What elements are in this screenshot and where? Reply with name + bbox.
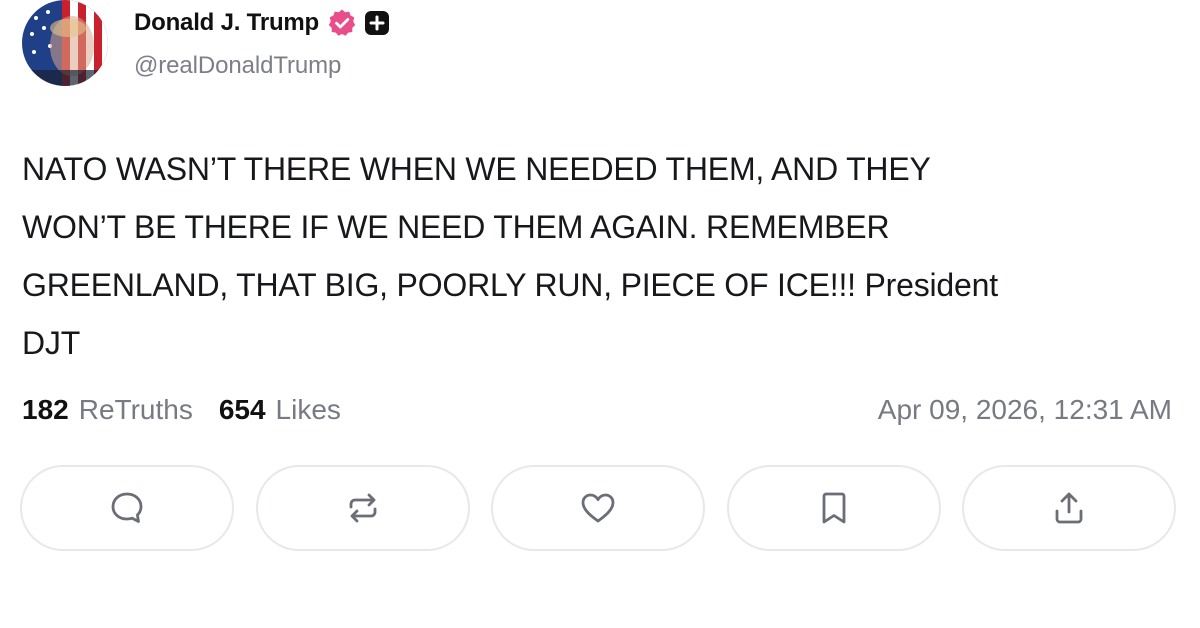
post-card: Donald J. Trump @realDonaldTrump NATO WA… (0, 0, 1200, 628)
post-stats: 182 ReTruths 654 Likes Apr 09, 2026, 12:… (22, 388, 1172, 432)
verified-badge-icon (327, 8, 357, 38)
name-row: Donald J. Trump (134, 6, 391, 40)
author-display-name[interactable]: Donald J. Trump (134, 9, 319, 37)
comment-icon (111, 492, 143, 523)
author-avatar[interactable] (22, 0, 108, 86)
likes-count: 654 (218, 394, 266, 425)
heart-icon (581, 493, 615, 523)
retruths-stat[interactable]: 182 ReTruths (22, 394, 193, 426)
truth-plus-icon (363, 9, 391, 37)
author-handle[interactable]: @realDonaldTrump (134, 52, 391, 80)
post-header: Donald J. Trump @realDonaldTrump (22, 0, 391, 90)
post-body-text: NATO WASN’T THERE WHEN WE NEEDED THEM, A… (22, 151, 998, 361)
like-button[interactable] (491, 465, 705, 551)
share-button[interactable] (962, 465, 1176, 551)
repost-icon (349, 493, 376, 523)
bookmark-button[interactable] (726, 465, 941, 551)
action-bar (20, 465, 1176, 553)
retruths-label: ReTruths (78, 394, 193, 425)
avatar-image (22, 0, 108, 86)
retruths-count: 182 (22, 394, 69, 425)
bookmark-icon (822, 492, 845, 524)
likes-stat[interactable]: 654 Likes (219, 394, 341, 426)
author-names: Donald J. Trump @realDonaldTrump (134, 6, 391, 80)
share-icon (1055, 492, 1083, 524)
likes-label: Likes (275, 394, 341, 425)
post-timestamp: Apr 09, 2026, 12:31 AM (877, 394, 1172, 425)
reply-button[interactable] (20, 465, 234, 551)
retruth-button[interactable] (255, 465, 470, 551)
